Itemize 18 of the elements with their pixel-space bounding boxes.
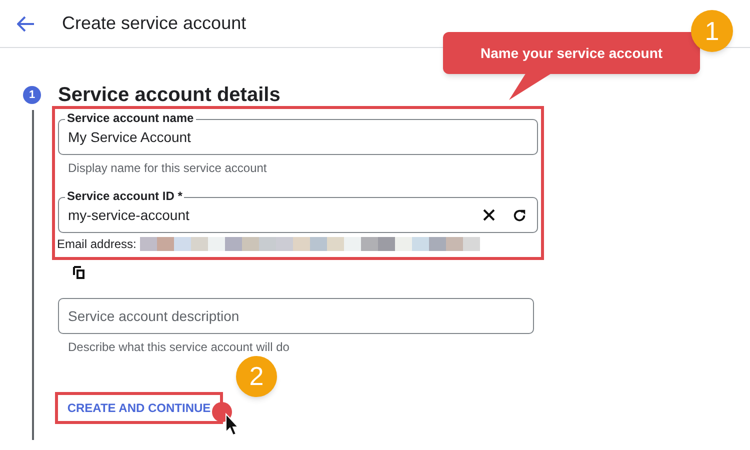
step-badge: 1 xyxy=(691,10,733,52)
back-arrow-icon[interactable] xyxy=(17,16,35,32)
email-label: Email address: xyxy=(57,236,136,253)
clear-icon[interactable] xyxy=(482,208,496,222)
description-field[interactable]: Service account description xyxy=(58,298,534,334)
description-input[interactable]: Service account description xyxy=(68,306,533,326)
copy-icon[interactable] xyxy=(73,266,85,279)
helper-text: Describe what this service account will do xyxy=(68,339,290,356)
refresh-icon[interactable] xyxy=(512,208,527,222)
field-value: my-service-account xyxy=(68,206,190,225)
field-value: My Service Account xyxy=(68,128,192,147)
step-badge: 2 xyxy=(236,356,277,397)
create-and-continue-button[interactable]: CREATE AND CONTINUE xyxy=(55,392,223,424)
step-number-badge: 1 xyxy=(23,86,41,104)
page-title: Create service account xyxy=(62,12,246,35)
step-title: Service account details xyxy=(58,83,280,108)
helper-text: Display name for this service account xyxy=(68,160,268,177)
callout-pointer xyxy=(508,73,553,101)
